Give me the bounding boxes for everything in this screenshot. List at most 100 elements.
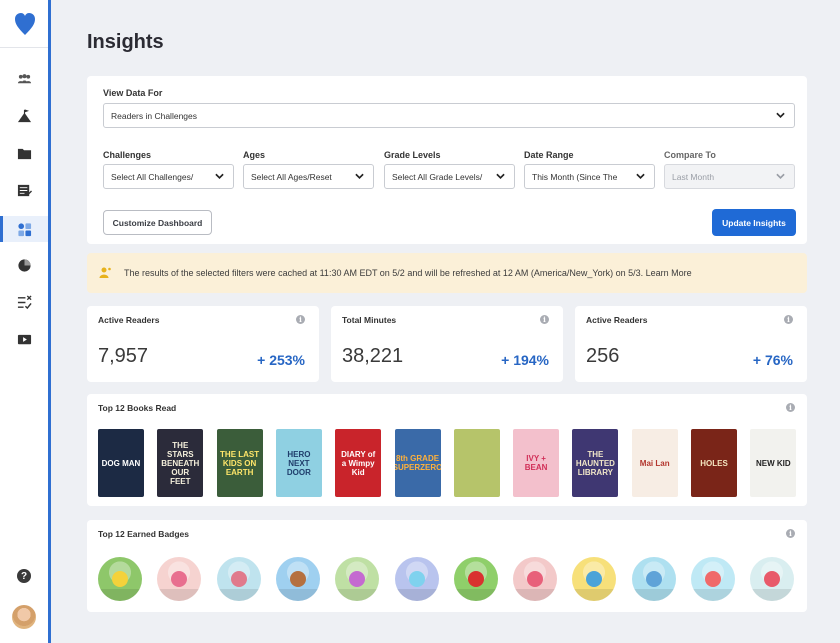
video-icon	[17, 334, 31, 344]
date-range-select[interactable]: This Month (Since The	[524, 164, 655, 189]
book-cover-text: Mai Lan	[639, 458, 670, 468]
book-cover[interactable]: HOLES	[691, 429, 737, 497]
user-info-icon	[99, 267, 111, 278]
stat-value: 7,957	[98, 345, 149, 367]
sidebar-item-files[interactable]	[0, 141, 48, 165]
book-cover[interactable]: THE HAUNTED LIBRARY	[572, 429, 619, 497]
book-cover-text: THE STARS BENEATH OUR FEET	[161, 440, 200, 486]
people-icon	[17, 73, 31, 83]
flowers-badge[interactable]	[750, 557, 795, 601]
mushroom-badge[interactable]	[513, 557, 558, 601]
stat-change: + 194%	[501, 352, 549, 368]
top-books-title: Top 12 Books Read	[98, 403, 177, 413]
sidebar-item-insights[interactable]	[0, 216, 48, 242]
book-cover[interactable]: Mai Lan	[631, 429, 678, 497]
birdhouse-badge[interactable]	[275, 557, 320, 601]
info-icon[interactable]: i	[540, 315, 549, 324]
book-cover[interactable]: DIARY of a Wimpy Kid	[335, 429, 382, 497]
badge-ground	[98, 589, 142, 601]
chevron-down-icon	[355, 173, 364, 179]
badge-motif	[527, 571, 544, 587]
stat-card-active-readers-2: Active Readers i 256 + 76%	[575, 306, 807, 382]
grade-levels-label: Grade Levels	[384, 150, 441, 160]
book-cover-text: DIARY of a Wimpy Kid	[341, 449, 376, 477]
stat-value: 38,221	[342, 345, 404, 367]
chevron-down-icon	[776, 112, 785, 118]
rainbow-badge[interactable]	[691, 557, 735, 601]
stat-change: + 76%	[752, 352, 793, 368]
badge-motif	[349, 571, 366, 587]
book-cover-text: THE LAST KIDS ON EARTH	[220, 449, 260, 477]
badge-ground	[631, 589, 676, 601]
challenges-select[interactable]: Select All Challenges/	[103, 164, 234, 189]
sidebar-item-logs[interactable]	[0, 178, 48, 202]
dashboard-icon	[17, 222, 31, 236]
badge-motif	[764, 571, 781, 587]
badge-ground	[513, 589, 558, 601]
bird-blossom-badge[interactable]	[216, 557, 261, 601]
grade-levels-value: Select All Grade Levels/	[392, 171, 483, 182]
help-icon[interactable]: ?	[17, 569, 31, 583]
badge-motif	[408, 571, 425, 587]
book-cover[interactable]: IVY + BEAN	[513, 429, 560, 497]
info-icon[interactable]: i	[784, 315, 793, 324]
info-icon[interactable]: i	[296, 315, 305, 324]
rain-cloud-badge[interactable]	[631, 557, 676, 601]
info-icon[interactable]: i	[786, 529, 795, 538]
stat-card-total-minutes: Total Minutes i 38,221 + 194%	[331, 306, 563, 382]
pie-chart-icon	[17, 258, 31, 272]
badge-motif	[467, 571, 484, 587]
flower-pots-badge[interactable]	[335, 557, 380, 601]
book-cover-text: DOG MAN	[101, 458, 141, 468]
ages-select[interactable]: Select All Ages/Reset	[243, 164, 374, 189]
info-icon[interactable]: i	[786, 403, 795, 412]
customize-dashboard-button[interactable]: Customize Dashboard	[103, 210, 212, 235]
update-insights-button[interactable]: Update Insights	[712, 209, 796, 236]
badge-ground	[335, 589, 380, 601]
crystal-badge[interactable]	[394, 557, 439, 601]
book-cover-text: NEW KID	[755, 458, 791, 468]
book-cover[interactable]: THE LAST KIDS ON EARTH	[216, 429, 263, 497]
ages-value: Select All Ages/Reset	[251, 171, 332, 182]
sidebar-item-reports[interactable]	[0, 253, 48, 277]
compare-to-label: Compare To	[664, 150, 716, 160]
compare-to-select[interactable]: Last Month	[664, 164, 795, 189]
book-cover[interactable]: NEW KID	[750, 429, 797, 497]
badge-motif	[705, 571, 721, 587]
badge-ground	[572, 589, 617, 601]
flower-bee-badge[interactable]	[157, 557, 202, 601]
grade-levels-select[interactable]: Select All Grade Levels/	[384, 164, 515, 189]
pinwheel-badge[interactable]	[572, 557, 617, 601]
book-cover-text: HOLES	[700, 458, 728, 468]
badge-motif	[645, 571, 662, 587]
ladybug-badge[interactable]	[453, 557, 498, 601]
sidebar-item-videos[interactable]	[0, 327, 48, 351]
book-cover[interactable]: THE STARS BENEATH OUR FEET	[157, 429, 204, 497]
view-data-for-select[interactable]: Readers in Challenges	[103, 103, 795, 128]
badge-motif	[112, 571, 128, 587]
challenges-label: Challenges	[103, 150, 152, 160]
avatar[interactable]	[12, 605, 36, 629]
book-cover-text: 8th GRADE SUPERZERO	[394, 454, 441, 472]
folder-icon	[17, 148, 31, 159]
badge-ground	[275, 589, 320, 601]
book-cover[interactable]: 8th GRADE SUPERZERO	[394, 429, 441, 497]
compare-to-value: Last Month	[672, 171, 715, 182]
heart-logo-icon[interactable]	[14, 12, 36, 36]
stat-title: Active Readers	[586, 315, 648, 325]
sidebar-item-tasks[interactable]	[0, 290, 48, 314]
chevron-down-icon	[636, 173, 645, 179]
chicks-badge[interactable]	[98, 557, 142, 601]
book-cover[interactable]: DOG MAN	[98, 429, 144, 497]
sidebar-item-challenges[interactable]	[0, 104, 48, 128]
sidebar-item-readers[interactable]	[0, 67, 48, 91]
view-data-for-value: Readers in Challenges	[111, 110, 197, 121]
badge-motif	[230, 571, 247, 587]
book-cover[interactable]: HERO NEXT DOOR	[275, 429, 322, 497]
stat-title: Total Minutes	[342, 315, 397, 325]
stat-card-active-readers: Active Readers i 7,957 + 253%	[87, 306, 319, 382]
badge-motif	[586, 571, 603, 587]
book-cover-text: HERO NEXT DOOR	[286, 449, 311, 477]
book-cover[interactable]	[453, 429, 500, 497]
filters-panel: View Data For Readers in Challenges Chal…	[87, 76, 807, 244]
